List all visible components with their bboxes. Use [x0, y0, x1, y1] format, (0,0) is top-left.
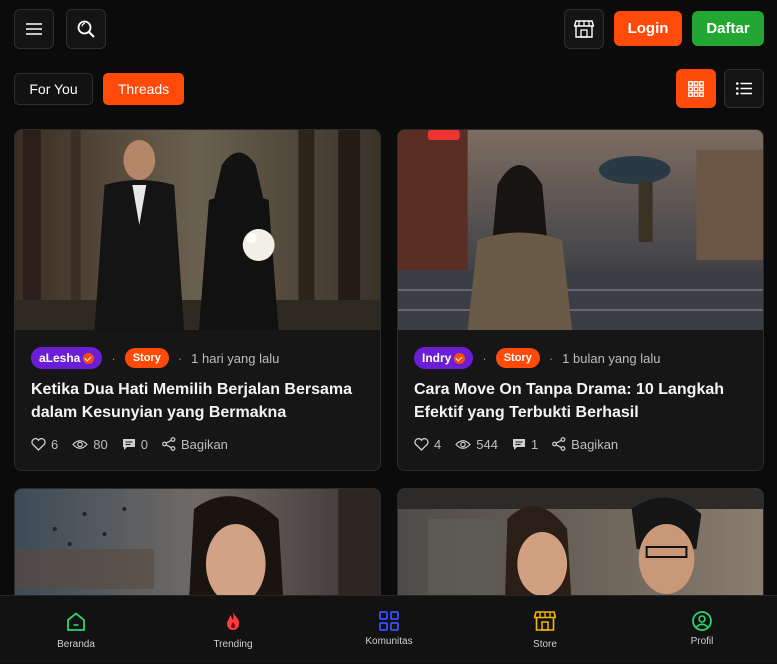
comment-icon [512, 438, 525, 450]
nav-label: Komunitas [365, 636, 413, 647]
user-icon [692, 611, 712, 631]
view-stat: 544 [455, 437, 498, 452]
like-button[interactable]: 6 [31, 437, 58, 452]
verified-icon [454, 352, 466, 364]
tab-for-you[interactable]: For You [14, 73, 93, 105]
author-badge[interactable]: aLesha [31, 347, 103, 369]
search-button[interactable] [66, 9, 106, 49]
verified-icon [83, 352, 95, 364]
bottom-navigation: Beranda Trending Komunitas Store Profil [0, 595, 777, 663]
post-card[interactable]: Indry · Story · 1 bulan yang lalu Cara M… [397, 129, 764, 471]
post-card[interactable] [14, 488, 381, 608]
post-title[interactable]: Ketika Dua Hati Memilih Berjalan Bersama… [31, 378, 366, 424]
nav-beranda[interactable]: Beranda [26, 596, 126, 664]
eye-icon [72, 439, 89, 449]
category-badge[interactable]: Story [495, 348, 540, 368]
post-card[interactable]: aLesha · Story · 1 hari yang lalu Ketika… [14, 129, 381, 471]
post-title[interactable]: Cara Move On Tanpa Drama: 10 Langkah Efe… [414, 378, 749, 424]
comment-count: 1 [530, 436, 539, 452]
like-button[interactable]: 4 [414, 437, 441, 452]
nav-komunitas[interactable]: Komunitas [339, 596, 439, 664]
grid-view-icon [688, 80, 704, 97]
list-view-icon [736, 82, 752, 95]
hamburger-icon [26, 23, 42, 35]
top-bar: Login Daftar [0, 0, 777, 60]
share-button[interactable]: Bagikan [552, 437, 618, 452]
post-thumbnail [398, 130, 763, 330]
post-time: 1 bulan yang lalu [562, 350, 661, 366]
share-icon [552, 437, 566, 451]
heart-icon [31, 437, 46, 451]
nav-label: Trending [213, 639, 253, 650]
author-name: Indry [422, 351, 452, 365]
view-count: 544 [476, 436, 498, 452]
separator-dot: · [177, 350, 183, 366]
nav-profil[interactable]: Profil [652, 596, 752, 664]
register-button[interactable]: Daftar [692, 11, 764, 46]
share-label: Bagikan [180, 436, 228, 452]
post-thumbnail [15, 130, 380, 330]
like-count: 4 [434, 436, 442, 452]
post-thumbnail [398, 489, 763, 607]
store-button[interactable] [564, 9, 604, 49]
comment-count: 0 [140, 436, 148, 452]
store-icon [534, 611, 556, 631]
share-button[interactable]: Bagikan [162, 437, 228, 452]
nav-label: Profil [690, 636, 714, 647]
comment-icon [122, 438, 135, 450]
nav-label: Beranda [57, 639, 95, 650]
like-count: 6 [51, 436, 59, 452]
share-label: Bagikan [571, 436, 619, 452]
share-icon [162, 437, 176, 451]
store-icon [574, 20, 594, 38]
tab-threads[interactable]: Threads [103, 73, 184, 105]
heart-icon [414, 437, 429, 451]
comment-button[interactable]: 0 [122, 437, 148, 452]
author-badge[interactable]: Indry [414, 347, 474, 369]
separator-dot: · [482, 350, 487, 366]
list-view-button[interactable] [724, 69, 764, 108]
menu-button[interactable] [14, 9, 54, 49]
author-name: aLesha [39, 351, 81, 365]
separator-dot: · [111, 350, 116, 366]
grid-view-button[interactable] [676, 69, 716, 108]
search-icon [77, 20, 95, 38]
grid-icon [379, 611, 399, 631]
login-button[interactable]: Login [614, 11, 682, 46]
eye-icon [455, 439, 472, 449]
nav-store[interactable]: Store [495, 596, 595, 664]
view-stat: 80 [72, 436, 108, 452]
comment-button[interactable]: 1 [512, 437, 538, 452]
view-count: 80 [93, 436, 108, 452]
post-time: 1 hari yang lalu [191, 350, 280, 366]
category-badge[interactable]: Story [124, 348, 169, 368]
nav-label: Store [533, 639, 557, 650]
flame-icon [227, 612, 240, 630]
nav-trending[interactable]: Trending [183, 596, 283, 664]
separator-dot: · [548, 350, 554, 366]
post-card[interactable] [397, 488, 764, 608]
post-thumbnail [15, 489, 380, 607]
home-icon [67, 611, 85, 631]
